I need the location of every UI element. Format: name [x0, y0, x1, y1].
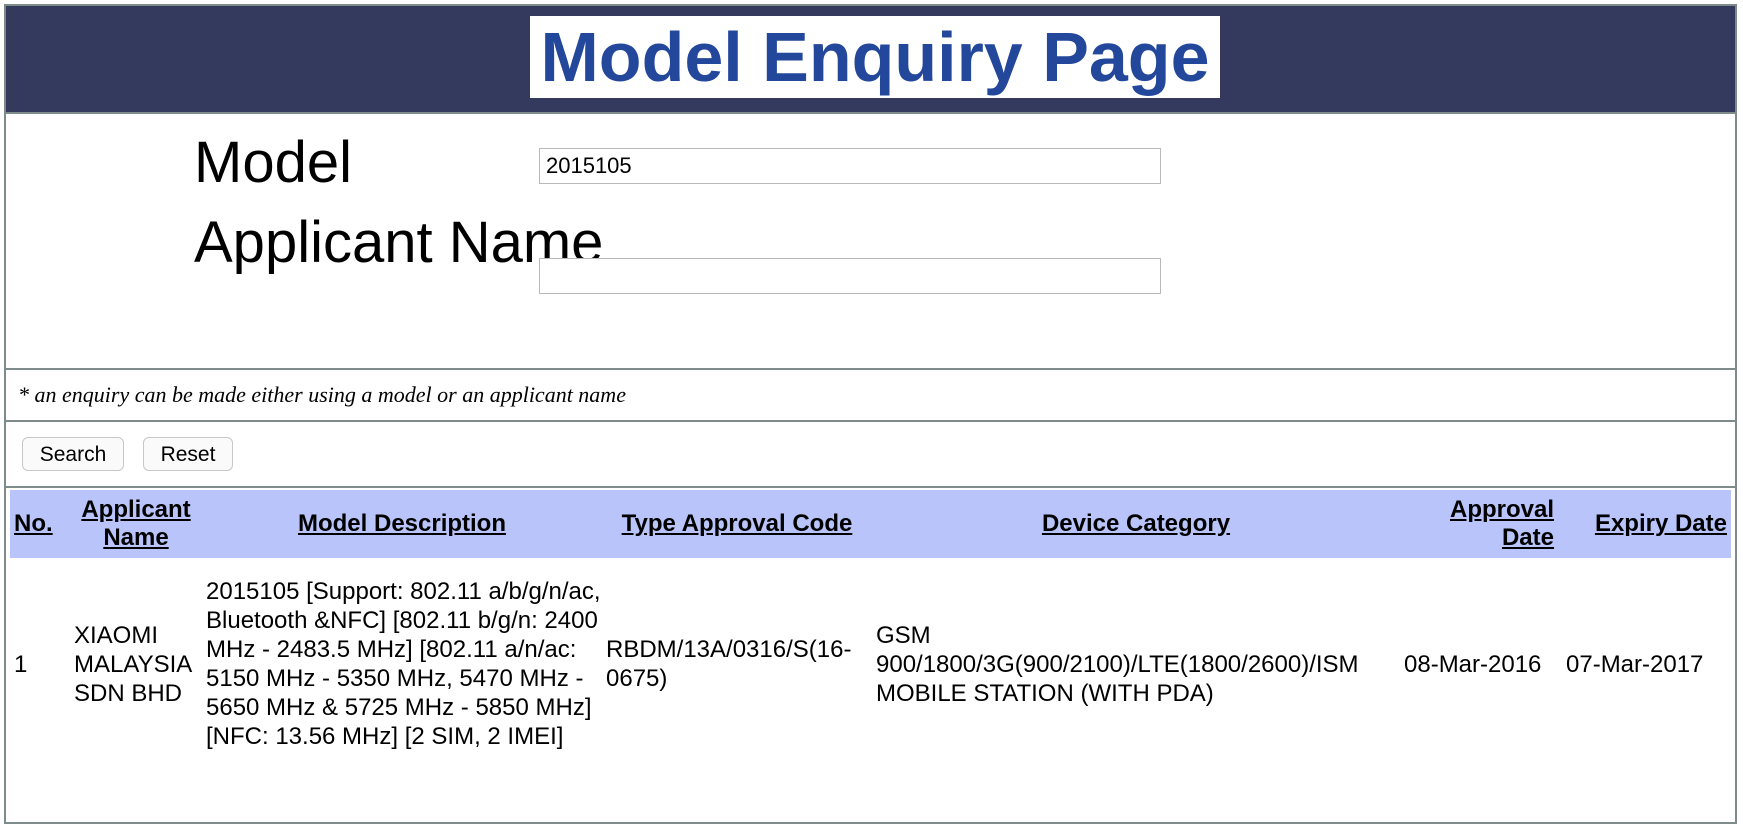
column-header-device-category[interactable]: Device Category	[872, 490, 1400, 558]
cell-model-description: 2015105 [Support: 802.11 a/b/g/n/ac, Blu…	[206, 578, 601, 750]
search-button[interactable]: Search	[22, 437, 124, 471]
cell-expiry-date: 07-Mar-2017	[1566, 650, 1704, 678]
cell-approval-date: 08-Mar-2016	[1404, 650, 1542, 678]
cell-type-approval-code: RBDM/13A/0316/S(16-0675)	[606, 636, 852, 692]
column-header-expiry-date[interactable]: Expiry Date	[1562, 490, 1731, 558]
column-header-no[interactable]: No.	[10, 490, 70, 558]
cell-no: 1	[14, 650, 28, 678]
results-table: No. Applicant Name Model Description Typ…	[10, 490, 1731, 770]
reset-button[interactable]: Reset	[143, 437, 233, 471]
cell-applicant-name: XIAOMI MALAYSIA SDN BHD	[74, 621, 191, 707]
model-label: Model	[194, 130, 352, 195]
button-row: Search Reset	[6, 422, 1735, 488]
title-bar: Model Enquiry Page	[6, 6, 1735, 114]
table-row: 1 XIAOMI MALAYSIA SDN BHD 2015105 [Suppo…	[10, 558, 1731, 770]
column-header-applicant-name[interactable]: Applicant Name	[70, 490, 202, 558]
column-header-type-approval-code[interactable]: Type Approval Code	[602, 490, 872, 558]
cell-device-category: GSM 900/1800/3G(900/2100)/LTE(1800/2600)…	[876, 621, 1359, 707]
page-frame: Model Enquiry Page Model Applicant Name …	[4, 4, 1737, 824]
page-title: Model Enquiry Page	[530, 16, 1220, 98]
results-header-row: No. Applicant Name Model Description Typ…	[10, 490, 1731, 558]
enquiry-form: Model Applicant Name	[6, 114, 1735, 370]
model-input[interactable]	[539, 148, 1161, 184]
enquiry-note-row: * an enquiry can be made either using a …	[6, 370, 1735, 422]
column-header-approval-date[interactable]: Approval Date	[1400, 490, 1562, 558]
enquiry-note: * an enquiry can be made either using a …	[18, 382, 626, 407]
column-header-model-description[interactable]: Model Description	[202, 490, 602, 558]
applicant-name-input[interactable]	[539, 258, 1161, 294]
